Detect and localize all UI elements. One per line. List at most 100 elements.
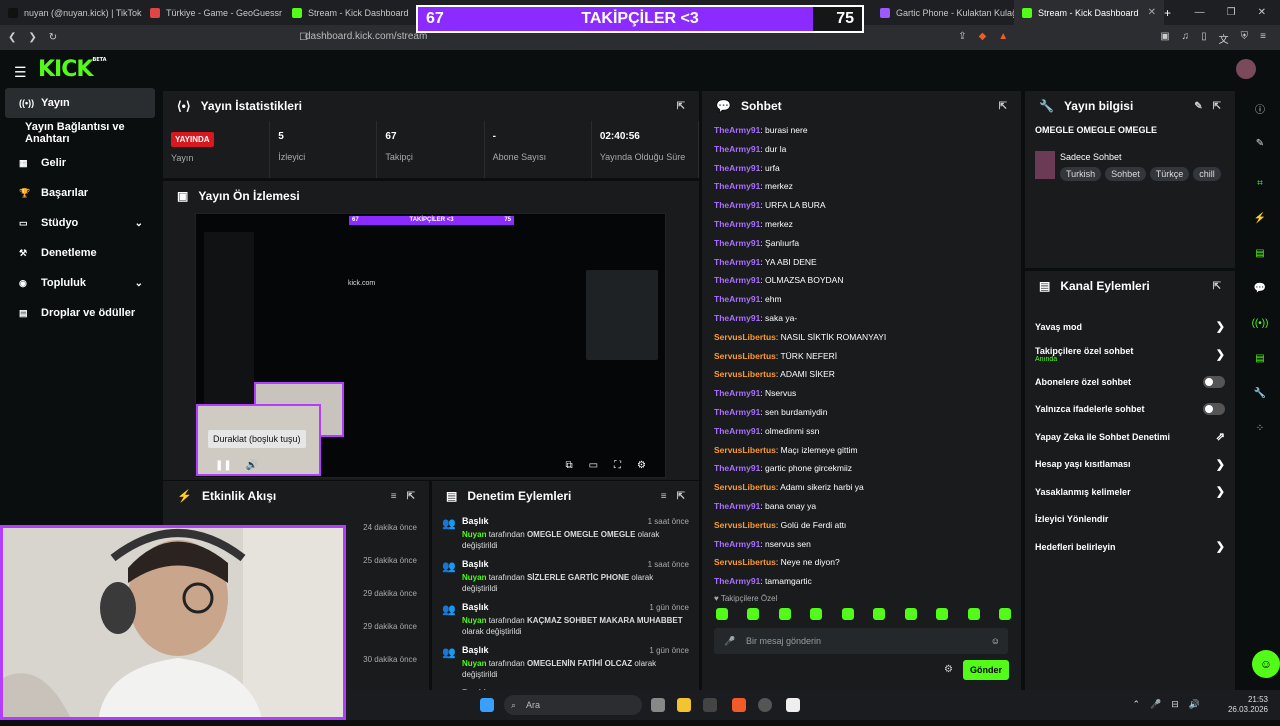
brave-icon[interactable] [732,698,746,712]
user-avatar[interactable] [1236,59,1256,79]
rail-clip-icon[interactable]: ⌗ [1240,166,1280,201]
chevron-right-icon[interactable]: ❯ [1216,348,1225,361]
chat-username[interactable]: TheArmy91 [714,257,760,267]
rail-doc-icon[interactable]: ▤ [1240,236,1280,271]
mod-popout-icon[interactable]: ⇱ [677,491,685,502]
chevron-right-icon[interactable]: ❯ [1216,458,1225,471]
rail-broadcast-icon[interactable]: ((•)) [1240,306,1280,341]
brave-shield-icon[interactable]: ◆ [979,31,987,46]
edit-icon[interactable]: ✎ [1194,101,1202,112]
channel-action-item[interactable]: Takipçilere özel sohbet Anında ❯ [1025,341,1235,369]
chevron-right-icon[interactable]: ❯ [1216,320,1225,333]
chat-input[interactable]: 🎤 Bir mesaj gönderin ☺ [714,628,1008,654]
emote-icon[interactable] [873,608,886,620]
stream-tag[interactable]: Sohbet [1105,167,1146,181]
popout-icon[interactable]: ⇱ [677,101,685,112]
emoji-icon[interactable]: ☺ [991,636,1000,646]
sidebar-item[interactable]: ⚒ Denetleme [5,238,155,268]
mic-icon[interactable]: 🎤 [724,636,735,647]
emote-icon[interactable] [936,608,949,620]
chevron-right-icon[interactable]: ❯ [1216,485,1225,498]
chevron-right-icon[interactable]: ❯ [1216,540,1225,553]
chat-settings-icon[interactable]: ⚙ [944,664,953,675]
channel-action-item[interactable]: Yalnızca ifadelerle sohbet [1025,396,1235,424]
emote-icon[interactable] [716,608,728,620]
channel-action-item[interactable]: Yavaş mod ❯ [1025,313,1235,341]
channel-action-item[interactable]: İzleyici Yönlendir [1025,506,1235,534]
emote-icon[interactable] [747,608,760,620]
emote-icon[interactable] [810,608,823,620]
theater-icon[interactable]: ▭ [589,460,598,471]
sidebar-item[interactable]: ▤ Droplar ve ödüller [5,298,155,328]
channel-action-item[interactable]: Abonelere özel sohbet [1025,368,1235,396]
chevron-down-icon[interactable]: ⌄ [135,218,143,229]
chat-username[interactable]: ServusLibertus [714,520,776,530]
music-icon[interactable]: ♫ [1182,31,1190,46]
info-popout-icon[interactable]: ⇱ [1213,101,1221,112]
chat-username[interactable]: TheArmy91 [714,125,760,135]
chat-username[interactable]: TheArmy91 [714,426,760,436]
sidebar-item[interactable]: ▭ Stüdyo ⌄ [5,208,155,238]
emote-icon[interactable] [778,608,791,620]
chat-username[interactable]: TheArmy91 [714,275,760,285]
chevron-down-icon[interactable]: ⌄ [135,278,143,289]
chat-username[interactable]: ServusLibertus [714,351,776,361]
vpn-icon[interactable]: ⛨ [1241,31,1249,46]
translate-icon[interactable]: 文 [1219,31,1229,46]
sidebar-item[interactable]: 🏆 Başarılar [5,178,155,208]
mod-filter-icon[interactable]: ≡ [661,491,667,502]
send-button[interactable]: Gönder [963,660,1009,680]
minimize-icon[interactable]: — [1195,7,1205,18]
channel-action-item[interactable]: Yapay Zeka ile Sohbet Denetimi ⇗ [1025,423,1235,451]
chat-username[interactable]: ServusLibertus [714,332,776,342]
chat-username[interactable]: TheArmy91 [714,539,760,549]
stream-tag[interactable]: chill [1193,167,1221,181]
chat-username[interactable]: ServusLibertus [714,369,776,379]
obs-icon[interactable] [758,698,772,712]
hamburger-menu-icon[interactable]: ☰ [14,64,27,81]
external-link-icon[interactable]: ⇗ [1216,430,1225,443]
toggle-switch[interactable] [1203,403,1225,416]
extension-icon[interactable]: ▣ [1160,31,1169,46]
channel-action-item[interactable]: Hedefleri belirleyin ❯ [1025,533,1235,561]
new-tab-icon[interactable]: + [1164,6,1171,20]
rail-chat-icon[interactable]: 💬 [1240,271,1280,306]
close-window-icon[interactable]: ✕ [1258,7,1266,18]
reload-icon[interactable]: ↻ [49,32,57,43]
sidebar-item[interactable]: Yayın Bağlantısı ve Anahtarı [5,118,155,148]
emote-icon[interactable] [841,608,854,620]
browser-tab[interactable]: Türkiye - Game - GeoGuessr [142,0,284,25]
rail-actions-icon[interactable]: ▤ [1240,341,1280,376]
activity-popout-icon[interactable]: ⇱ [407,491,415,502]
rail-wrench-icon[interactable]: 🔧 [1240,376,1280,411]
chat-username[interactable]: TheArmy91 [714,219,760,229]
forward-icon[interactable]: ❯ [28,32,36,43]
sidebar-item[interactable]: ▦ Gelir [5,148,155,178]
channel-action-item[interactable]: Hesap yaşı kısıtlaması ❯ [1025,451,1235,479]
task-view-icon[interactable] [651,698,665,712]
support-chat-icon[interactable]: ☺ [1252,650,1280,678]
browser-tab[interactable]: Stream - Kick Dashboard ✕ [1014,0,1164,25]
rail-edit-icon[interactable]: ✎ [1240,126,1280,161]
volume-icon[interactable]: 🔊 [246,460,258,471]
sidebar-item[interactable]: ◉ Topluluk ⌄ [5,268,155,298]
file-explorer-icon[interactable] [677,698,691,712]
chat-username[interactable]: TheArmy91 [714,463,760,473]
pip-icon[interactable]: ⧉ [565,460,572,471]
browser-tab[interactable]: nuyan (@nuyan.kick) | TikTok [0,0,142,25]
rail-bolt-icon[interactable]: ⚡ [1240,201,1280,236]
pause-icon[interactable]: ❚❚ [215,460,232,471]
filter-icon[interactable]: ≡ [391,491,397,502]
sidebar-toggle-icon[interactable]: ▯ [1201,31,1207,46]
stream-tag[interactable]: Türkçe [1149,167,1190,181]
chat-username[interactable]: ServusLibertus [714,557,776,567]
stream-tag[interactable]: Turkish [1060,167,1102,181]
chat-username[interactable]: ServusLibertus [714,445,776,455]
browser-tab[interactable]: Stream - Kick Dashboard [284,0,426,25]
url-text[interactable]: dashboard.kick.com/stream [305,31,427,42]
rail-more-icon[interactable]: ⁘ [1240,411,1280,446]
chat-username[interactable]: TheArmy91 [714,238,760,248]
start-icon[interactable] [480,698,494,712]
emote-icon[interactable] [967,608,980,620]
actions-popout-icon[interactable]: ⇱ [1213,281,1221,292]
